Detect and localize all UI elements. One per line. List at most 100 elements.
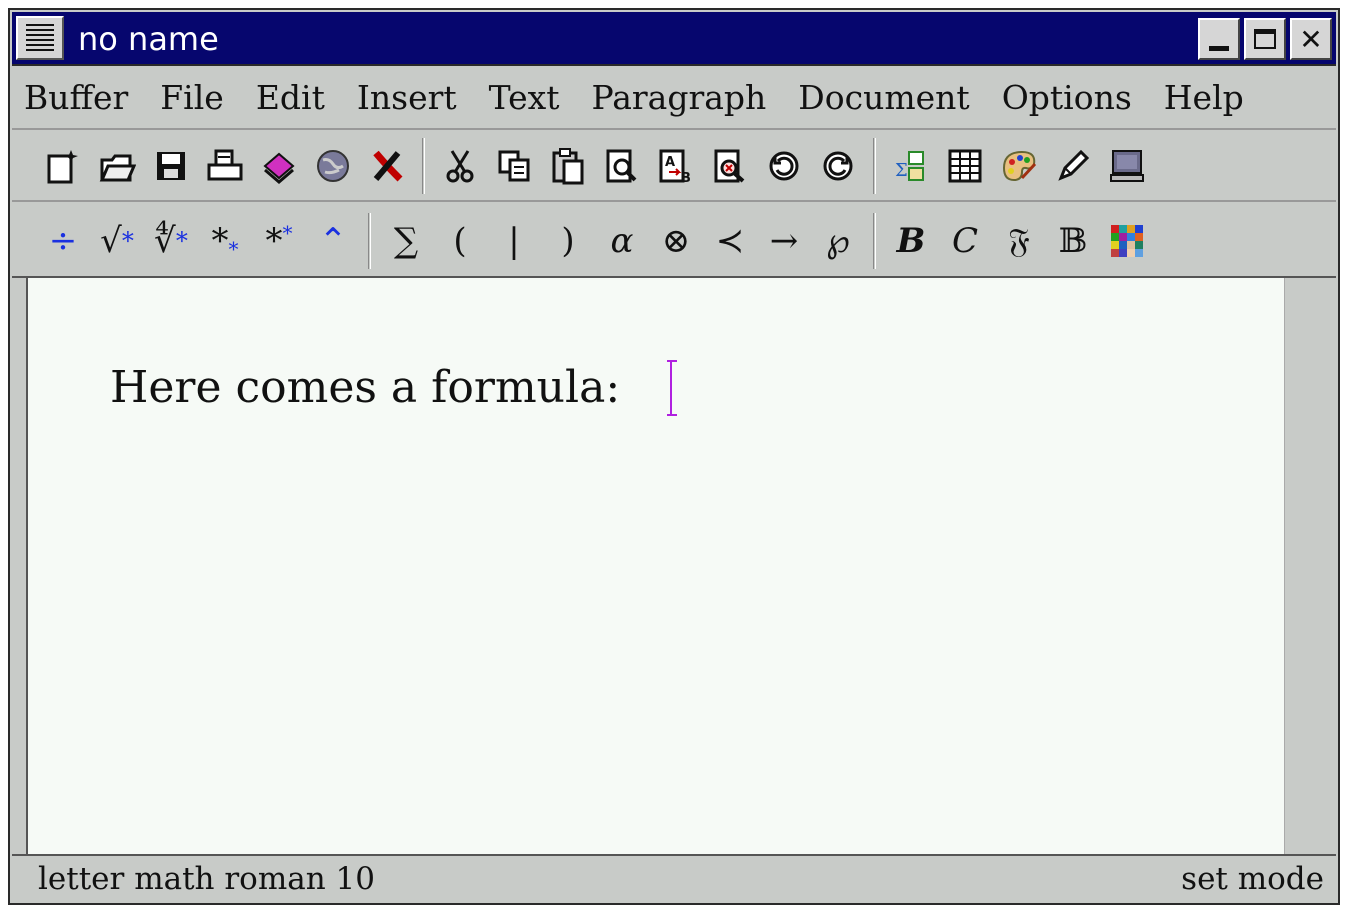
paste-button[interactable] bbox=[541, 138, 595, 194]
menu-options[interactable]: Options bbox=[986, 70, 1148, 126]
print-button[interactable] bbox=[198, 138, 252, 194]
menu-buffer[interactable]: Buffer bbox=[24, 70, 144, 126]
arrow-icon: → bbox=[769, 221, 799, 261]
otimes-icon: ⊗ bbox=[661, 221, 691, 261]
menu-edit[interactable]: Edit bbox=[240, 70, 341, 126]
pen-icon bbox=[1058, 149, 1090, 181]
subscript-button[interactable]: * * bbox=[198, 213, 252, 269]
greek-button[interactable]: α bbox=[595, 213, 649, 269]
sum-button[interactable]: ∑ bbox=[379, 213, 433, 269]
redo-icon bbox=[823, 151, 853, 181]
rparen-icon: ) bbox=[561, 221, 575, 261]
blackboard-icon: 𝔹 bbox=[1058, 221, 1088, 261]
nthroot-icon: ∜ bbox=[154, 221, 176, 261]
fraction-icon: ÷ bbox=[48, 221, 78, 261]
bold-icon: B bbox=[896, 221, 926, 261]
menu-file[interactable]: File bbox=[144, 70, 240, 126]
svg-text:B: B bbox=[681, 171, 691, 184]
bar-icon: | bbox=[508, 221, 520, 261]
find-delete-button[interactable] bbox=[703, 138, 757, 194]
math-mode-icon: Σ bbox=[895, 151, 924, 181]
books-button[interactable] bbox=[252, 138, 306, 194]
pen-button[interactable] bbox=[1046, 138, 1100, 194]
menu-help[interactable]: Help bbox=[1148, 70, 1260, 126]
cut-button[interactable] bbox=[433, 138, 487, 194]
fraction-button[interactable]: ÷ bbox=[36, 213, 90, 269]
close-document-button[interactable] bbox=[360, 138, 414, 194]
find-delete-icon bbox=[714, 149, 745, 183]
toolbar-separator bbox=[422, 138, 425, 194]
hat-button[interactable]: ⌃ bbox=[306, 213, 360, 269]
superscript-button[interactable]: * * bbox=[252, 213, 306, 269]
lparen-button[interactable]: ( bbox=[433, 213, 487, 269]
palette-button[interactable] bbox=[992, 138, 1046, 194]
fraktur-icon: 𝔉 bbox=[1008, 221, 1030, 261]
main-toolbar: AB Σ bbox=[12, 132, 1336, 202]
replace-icon: AB bbox=[659, 149, 691, 184]
find-button[interactable] bbox=[595, 138, 649, 194]
minimize-icon bbox=[1209, 45, 1229, 51]
vertical-scrollbar[interactable] bbox=[1284, 278, 1336, 854]
title-bar[interactable]: no name ✕ bbox=[12, 12, 1336, 66]
document-workarea[interactable]: Here comes a formula: bbox=[26, 278, 1284, 854]
sqrt-icon: √ bbox=[100, 221, 122, 261]
sqrt-button[interactable]: √ * bbox=[90, 213, 144, 269]
operators-button[interactable]: ⊗ bbox=[649, 213, 703, 269]
menu-lines-icon bbox=[26, 24, 54, 52]
globe-icon bbox=[317, 150, 349, 182]
menu-text[interactable]: Text bbox=[473, 70, 576, 126]
table-button[interactable] bbox=[938, 138, 992, 194]
colors-button[interactable] bbox=[1100, 213, 1154, 269]
maximize-button[interactable] bbox=[1244, 18, 1286, 60]
relations-button[interactable]: ≺ bbox=[703, 213, 757, 269]
superscript-base: * bbox=[265, 221, 283, 261]
window-menu-button[interactable] bbox=[16, 16, 64, 60]
blackboard-button[interactable]: 𝔹 bbox=[1046, 213, 1100, 269]
svg-text:A: A bbox=[665, 155, 675, 170]
calligraphic-button[interactable]: C bbox=[938, 213, 992, 269]
redo-button[interactable] bbox=[811, 138, 865, 194]
globe-button[interactable] bbox=[306, 138, 360, 194]
status-mode: set mode bbox=[1181, 860, 1324, 897]
sqrt-placeholder: * bbox=[121, 227, 134, 255]
color-grid-icon bbox=[1111, 225, 1143, 257]
bold-button[interactable]: B bbox=[884, 213, 938, 269]
close-icon: ✕ bbox=[1299, 22, 1323, 56]
close-button[interactable]: ✕ bbox=[1290, 18, 1332, 60]
copy-button[interactable] bbox=[487, 138, 541, 194]
monitor-icon bbox=[1110, 150, 1144, 182]
new-document-button[interactable] bbox=[36, 138, 90, 194]
arrows-button[interactable]: → bbox=[757, 213, 811, 269]
app-window: no name ✕ Buffer File Edit Insert Text P… bbox=[8, 8, 1340, 905]
nthroot-placeholder: * bbox=[175, 227, 188, 255]
document-paragraph[interactable]: Here comes a formula: bbox=[110, 362, 620, 413]
replace-button[interactable]: AB bbox=[649, 138, 703, 194]
wp-icon: ℘ bbox=[826, 221, 850, 261]
save-icon bbox=[157, 152, 185, 180]
copy-icon bbox=[498, 150, 530, 182]
minimize-button[interactable] bbox=[1198, 18, 1240, 60]
math-toolbar: ÷ √ * ∜ * * * * * ⌃ ∑ ( | ) α ⊗ ≺ → ℘ B C 𝔉 … bbox=[12, 206, 1336, 278]
fraktur-button[interactable]: 𝔉 bbox=[992, 213, 1046, 269]
close-x-icon bbox=[373, 150, 403, 182]
monitor-button[interactable] bbox=[1100, 138, 1154, 194]
open-button[interactable] bbox=[90, 138, 144, 194]
menu-document[interactable]: Document bbox=[782, 70, 985, 126]
lparen-icon: ( bbox=[453, 221, 467, 261]
misc-symbols-button[interactable]: ℘ bbox=[811, 213, 865, 269]
subscript-base: * bbox=[211, 221, 229, 261]
table-icon bbox=[948, 149, 982, 183]
bar-button[interactable]: | bbox=[487, 213, 541, 269]
rparen-button[interactable]: ) bbox=[541, 213, 595, 269]
math-mode-button[interactable]: Σ bbox=[884, 138, 938, 194]
save-button[interactable] bbox=[144, 138, 198, 194]
search-icon bbox=[606, 149, 637, 183]
subscript-icon: * bbox=[228, 237, 239, 261]
status-font-info: letter math roman 10 bbox=[38, 860, 375, 897]
new-document-icon bbox=[47, 150, 78, 184]
menu-insert[interactable]: Insert bbox=[341, 70, 473, 126]
maximize-icon bbox=[1254, 29, 1276, 49]
menu-paragraph[interactable]: Paragraph bbox=[576, 70, 783, 126]
undo-button[interactable] bbox=[757, 138, 811, 194]
nthroot-button[interactable]: ∜ * bbox=[144, 213, 198, 269]
